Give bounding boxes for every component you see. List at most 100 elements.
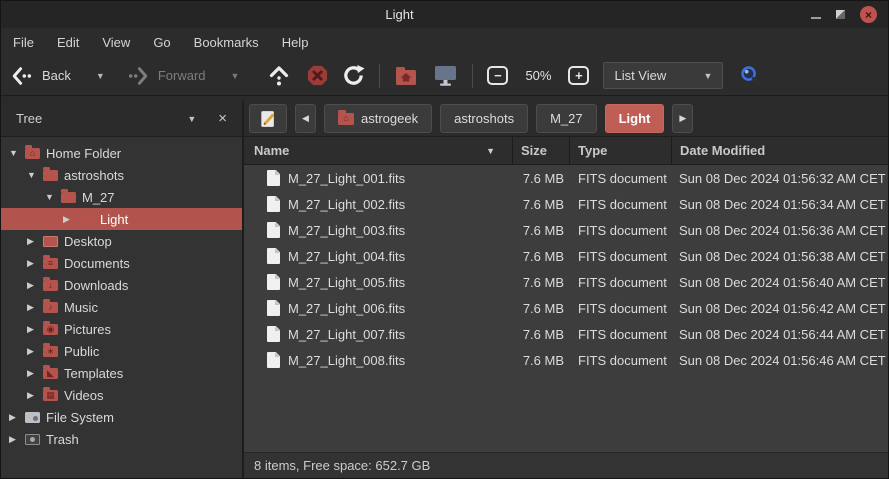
file-row[interactable]: M_27_Light_006.fits 7.6 MB FITS document… <box>244 295 888 321</box>
breadcrumb-astrogeek[interactable]: ⌂ astrogeek <box>324 104 433 133</box>
tree-item-public[interactable]: ∗ Public <box>1 340 242 362</box>
file-row[interactable]: M_27_Light_008.fits 7.6 MB FITS document… <box>244 347 888 373</box>
breadcrumb-label: astroshots <box>454 111 515 126</box>
maximize-icon[interactable] <box>836 10 845 19</box>
downloads-folder-icon: ↓ <box>43 276 58 291</box>
music-folder-icon: ♪ <box>43 298 58 313</box>
tree-item-pictures[interactable]: ◉ Pictures <box>1 318 242 340</box>
folder-emblem <box>25 412 40 423</box>
file-row[interactable]: M_27_Light_007.fits 7.6 MB FITS document… <box>244 321 888 347</box>
zoom-level: 50% <box>525 68 552 83</box>
expander-icon[interactable] <box>27 236 43 247</box>
forward-dropdown-icon[interactable] <box>231 71 240 81</box>
tree-item-music[interactable]: ♪ Music <box>1 296 242 318</box>
column-header-date-modified[interactable]: Date Modified <box>671 137 888 164</box>
chevron-left-icon: ◀ <box>302 113 309 123</box>
stop-button[interactable] <box>306 64 329 87</box>
file-modified: Sun 08 Dec 2024 01:56:32 AM CET <box>679 170 886 186</box>
file-row[interactable]: M_27_Light_005.fits 7.6 MB FITS document… <box>244 269 888 295</box>
refresh-icon <box>344 64 365 85</box>
tree-item-label: Downloads <box>64 277 129 293</box>
expander-icon[interactable] <box>9 148 25 158</box>
tree-item-astroshots[interactable]: astroshots <box>1 164 242 186</box>
column-header-type[interactable]: Type <box>569 137 671 164</box>
menu-file[interactable]: File <box>13 35 34 50</box>
panel-mode-label[interactable]: Tree <box>16 111 42 126</box>
file-row[interactable]: M_27_Light_003.fits 7.6 MB FITS document… <box>244 217 888 243</box>
tree-item-m27[interactable]: M_27 <box>1 186 242 208</box>
tree-item-label: File System <box>46 409 114 425</box>
minimize-icon[interactable] <box>811 16 821 19</box>
expander-icon[interactable] <box>27 258 43 269</box>
file-name: M_27_Light_006.fits <box>288 300 406 316</box>
expander-icon[interactable] <box>27 170 43 180</box>
file-size: 7.6 MB <box>522 248 564 264</box>
file-size: 7.6 MB <box>522 326 564 342</box>
refresh-button[interactable] <box>342 64 365 87</box>
tree-item-videos[interactable]: ▦ Videos <box>1 384 242 406</box>
breadcrumb-m27[interactable]: M_27 <box>536 104 597 133</box>
tree-item-desktop[interactable]: Desktop <box>1 230 242 252</box>
search-button[interactable] <box>739 64 762 87</box>
file-type: FITS document <box>578 352 667 368</box>
tree-item-file-system[interactable]: File System <box>1 406 242 428</box>
file-row[interactable]: M_27_Light_004.fits 7.6 MB FITS document… <box>244 243 888 269</box>
expander-icon[interactable] <box>27 346 43 357</box>
panel-close-icon[interactable]: × <box>218 111 227 126</box>
menu-edit[interactable]: Edit <box>57 35 79 50</box>
column-label: Type <box>578 143 608 158</box>
home-emblem: ⌂ <box>343 113 349 123</box>
tree-item-label: Documents <box>64 255 130 271</box>
zoom-in-button[interactable]: + <box>568 66 590 85</box>
expander-icon[interactable] <box>27 302 43 313</box>
desktop-button[interactable] <box>433 64 458 87</box>
videos-folder-icon: ▦ <box>43 386 58 401</box>
tree-item-trash[interactable]: Trash <box>1 428 242 450</box>
menu-go[interactable]: Go <box>153 35 170 50</box>
back-dropdown-icon[interactable] <box>96 71 105 81</box>
desktop-icon <box>435 66 457 86</box>
file-size: 7.6 MB <box>522 352 564 368</box>
tree-item-documents[interactable]: ≡ Documents <box>1 252 242 274</box>
search-icon <box>741 66 761 86</box>
back-label: Back <box>42 68 71 83</box>
expander-icon[interactable] <box>27 390 43 401</box>
tree-item-label: Templates <box>64 365 124 381</box>
menu-help[interactable]: Help <box>282 35 309 50</box>
expander-icon[interactable] <box>27 324 43 335</box>
path-scroll-right-button[interactable]: ▶ <box>672 104 694 133</box>
path-scroll-left-button[interactable]: ◀ <box>295 104 316 133</box>
breadcrumb-astroshots[interactable]: astroshots <box>440 104 529 133</box>
expander-icon[interactable] <box>45 192 61 202</box>
tree-item-downloads[interactable]: ↓ Downloads <box>1 274 242 296</box>
back-button[interactable]: Back <box>11 65 105 87</box>
tree-item-templates[interactable]: ◣ Templates <box>1 362 242 384</box>
forward-button[interactable]: Forward <box>127 65 240 87</box>
breadcrumb-light-current[interactable]: Light <box>604 104 665 133</box>
column-header-name[interactable]: Name <box>244 137 512 164</box>
expander-icon[interactable] <box>27 280 43 291</box>
expander-icon[interactable] <box>9 434 25 445</box>
expander-icon[interactable] <box>9 412 25 423</box>
file-row[interactable]: M_27_Light_002.fits 7.6 MB FITS document… <box>244 191 888 217</box>
file-icon <box>267 326 280 342</box>
file-name: M_27_Light_005.fits <box>288 274 406 290</box>
zoom-out-button[interactable]: − <box>487 66 509 85</box>
tree-item-light[interactable]: Light <box>1 208 242 230</box>
file-icon <box>267 196 280 212</box>
expander-icon[interactable] <box>63 214 79 225</box>
menu-bookmarks[interactable]: Bookmarks <box>194 35 259 50</box>
side-panel: Tree × ⌂ Home Folder astroshots <box>1 101 244 478</box>
home-folder-icon <box>396 66 417 85</box>
column-header-size[interactable]: Size <box>512 137 569 164</box>
close-icon[interactable]: × <box>860 6 877 23</box>
view-mode-select[interactable]: List View <box>603 62 724 89</box>
home-folder-button[interactable] <box>394 65 418 87</box>
menu-view[interactable]: View <box>102 35 130 50</box>
expander-icon[interactable] <box>27 368 43 379</box>
edit-path-button[interactable] <box>249 104 287 133</box>
panel-mode-dropdown-icon[interactable] <box>187 114 196 124</box>
tree-item-home-folder[interactable]: ⌂ Home Folder <box>1 142 242 164</box>
file-row[interactable]: M_27_Light_001.fits 7.6 MB FITS document… <box>244 165 888 191</box>
up-button[interactable] <box>267 64 291 88</box>
